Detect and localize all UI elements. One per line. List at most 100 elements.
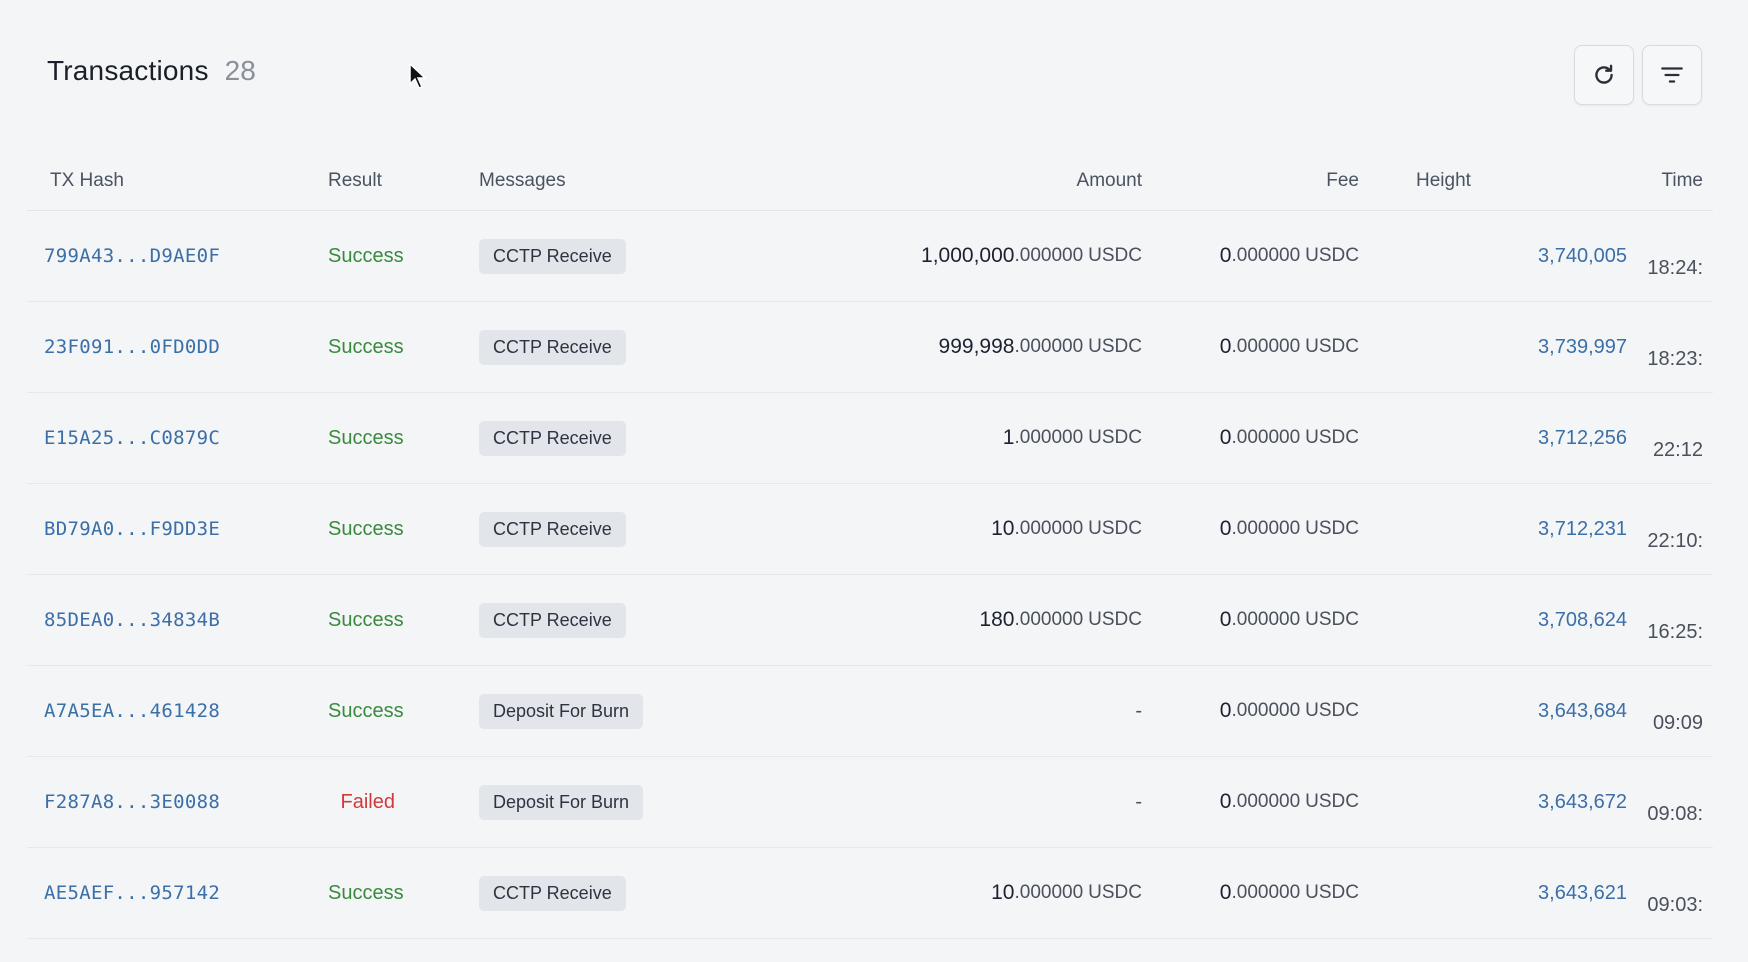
tx-time: 18:24: [1647,256,1703,279]
transaction-count: 28 [224,55,256,86]
result-status: Success [328,881,404,904]
result-status: Success [328,517,404,540]
time-cell: 22:12 [1653,405,1703,495]
tx-time: 22:10: [1647,529,1703,552]
table-row[interactable]: BD79A0...F9DD3E Success CCTP Receive 10.000… [27,484,1713,575]
tx-hash-link[interactable]: E15A25...C0879C [44,427,220,449]
amount-integer: 999,998 [938,335,1015,358]
fee-cell: 0.000000 USDC [1220,757,1359,847]
block-height-link[interactable]: 3,643,621 [1538,882,1627,905]
amount-cell: - [1135,666,1142,756]
result-cell: Success [328,211,404,301]
block-height-link[interactable]: 3,712,231 [1538,518,1627,541]
filter-icon [1661,67,1683,83]
tx-time: 09:09 [1652,711,1703,734]
tx-hash-link[interactable]: F287A8...3E0088 [44,791,220,813]
amount-unit: USDC [1088,518,1142,539]
tx-hash-link[interactable]: BD79A0...F9DD3E [44,518,220,540]
tx-time: 22:12 [1652,438,1703,461]
height-cell: 3,739,997 [1538,302,1627,392]
table-row[interactable]: 23F091...0FD0DD Success CCTP Receive 999,99… [27,302,1713,393]
height-cell: 3,712,256 [1538,393,1627,483]
fee-decimal: .000000 [1231,700,1301,721]
fee-unit: USDC [1305,427,1359,448]
fee-unit: USDC [1305,336,1359,357]
height-cell: 3,740,005 [1538,211,1627,301]
result-status: Failed [340,790,395,813]
amount-unit: USDC [1088,245,1142,266]
column-header-amount[interactable]: Amount [1077,170,1142,192]
table-row[interactable]: AE5AEF...957142 Success CCTP Receive 10.000… [27,848,1713,939]
message-type-tag: Deposit For Burn [479,693,644,729]
column-header-fee[interactable]: Fee [1326,170,1359,192]
result-cell: Success [328,302,404,392]
message-type-tag: CCTP Receive [479,238,626,274]
messages-cell: CCTP Receive [479,575,626,665]
table-row[interactable]: F287A8...3E0088 Failed Deposit For Burn - 0.… [27,757,1713,848]
messages-cell: CCTP Receive [479,393,626,483]
fee-cell: 0.000000 USDC [1220,666,1359,756]
amount-unit: USDC [1088,336,1142,357]
column-header-time[interactable]: Time [1661,170,1703,192]
amount-unit: USDC [1088,427,1142,448]
tx-hash-cell: AE5AEF...957142 [44,848,220,938]
height-cell: 3,708,624 [1538,575,1627,665]
tx-hash-link[interactable]: A7A5EA...461428 [44,700,220,722]
fee-unit: USDC [1305,245,1359,266]
result-cell: Failed [341,757,395,847]
amount-integer: 1,000,000 [921,244,1015,267]
tx-hash-cell: 23F091...0FD0DD [44,302,220,392]
amount-cell: 10.000000 USDC [991,484,1142,574]
filter-button[interactable] [1642,45,1702,105]
column-header-tx-hash[interactable]: TX Hash [50,170,124,192]
transactions-panel: Transactions 28 TX Hash Result Messages … [0,0,1748,962]
amount-cell: 10.000000 USDC [991,848,1142,938]
table-row[interactable]: 799A43...D9AE0F Success CCTP Receive 1,000,… [27,211,1713,302]
block-height-link[interactable]: 3,739,997 [1538,336,1627,359]
fee-integer: 0 [1219,790,1232,813]
table-row[interactable]: E15A25...C0879C Success CCTP Receive 1.0000… [27,393,1713,484]
result-cell: Success [328,575,404,665]
tx-time: 09:03: [1647,893,1703,916]
amount-decimal: .000000 [1014,245,1084,266]
amount-integer: 180 [979,608,1015,631]
amount-empty: - [1135,790,1142,813]
amount-cell: 999,998.000000 USDC [939,302,1142,392]
height-cell: 3,712,231 [1538,484,1627,574]
table-row[interactable]: A7A5EA...461428 Success Deposit For Burn - 0… [27,666,1713,757]
tx-hash-link[interactable]: 799A43...D9AE0F [44,245,220,267]
fee-unit: USDC [1305,518,1359,539]
tx-hash-link[interactable]: AE5AEF...957142 [44,882,220,904]
column-header-result[interactable]: Result [328,170,382,192]
block-height-link[interactable]: 3,712,256 [1538,427,1627,450]
fee-integer: 0 [1219,881,1232,904]
message-type-tag: Deposit For Burn [479,784,644,820]
messages-cell: CCTP Receive [479,211,626,301]
block-height-link[interactable]: 3,643,684 [1538,700,1627,723]
messages-cell: CCTP Receive [479,848,626,938]
block-height-link[interactable]: 3,740,005 [1538,245,1627,268]
fee-integer: 0 [1219,426,1232,449]
refresh-button[interactable] [1574,45,1634,105]
block-height-link[interactable]: 3,643,672 [1538,791,1627,814]
tx-time: 16:25: [1647,620,1703,643]
column-header-height[interactable]: Height [1416,170,1471,192]
result-cell: Success [328,484,404,574]
fee-unit: USDC [1305,882,1359,903]
tx-hash-link[interactable]: 23F091...0FD0DD [44,336,220,358]
time-cell: 09:08: [1647,769,1703,859]
amount-decimal: .000000 [1014,427,1084,448]
block-height-link[interactable]: 3,708,624 [1538,609,1627,632]
message-type-tag: CCTP Receive [479,420,626,456]
amount-cell: 180.000000 USDC [979,575,1142,665]
time-cell: 18:24: [1647,223,1703,313]
fee-cell: 0.000000 USDC [1220,302,1359,392]
message-type-tag: CCTP Receive [479,602,626,638]
fee-unit: USDC [1305,609,1359,630]
column-header-messages[interactable]: Messages [479,170,566,192]
amount-integer: 10 [991,881,1015,904]
tx-hash-link[interactable]: 85DEA0...34834B [44,609,220,631]
tx-hash-cell: A7A5EA...461428 [44,666,220,756]
fee-decimal: .000000 [1231,791,1301,812]
table-row[interactable]: 85DEA0...34834B Success CCTP Receive 180.00… [27,575,1713,666]
